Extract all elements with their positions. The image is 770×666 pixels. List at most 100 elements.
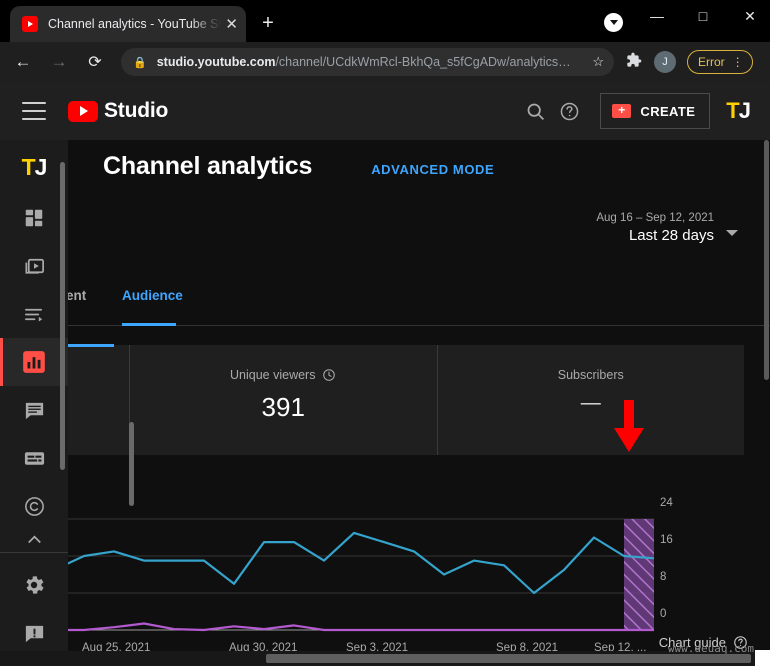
red-arrow-annotation (614, 400, 644, 452)
metric-label-text: Unique viewers (230, 368, 316, 382)
date-range-selector[interactable]: Aug 16 – Sep 12, 2021 Last 28 days (596, 212, 714, 244)
sidebar-channel-avatar[interactable]: TJ (12, 154, 56, 184)
metric-label: Subscribers (558, 368, 624, 382)
url-text: studio.youtube.com/channel/UCdkWmRcl-Bkh… (157, 55, 593, 69)
gear-icon (26, 576, 44, 594)
url-host: studio.youtube.com (156, 55, 276, 69)
tab-engagement[interactable]: ment (68, 288, 86, 303)
metric-value: 391 (261, 392, 305, 422)
reload-icon[interactable]: ⟳ (80, 47, 110, 77)
subtitles-icon (24, 451, 44, 465)
metric-label-text: Subscribers (557, 368, 624, 382)
sidebar-item-playlists[interactable] (0, 290, 68, 338)
playlist-icon (24, 308, 42, 321)
lock-icon: 🔒 (133, 56, 147, 69)
horizontal-scrollbar-thumb[interactable] (266, 654, 751, 663)
card-accent-bar (68, 344, 114, 347)
hamburger-icon[interactable] (22, 102, 46, 120)
youtube-play-icon (68, 100, 98, 122)
error-button[interactable]: Error ⋮ (687, 50, 753, 74)
back-icon[interactable]: ← (8, 47, 38, 77)
sidebar-item-comments[interactable] (0, 386, 68, 434)
bookmark-star-icon[interactable]: ☆ (592, 54, 604, 70)
chart-plot[interactable] (68, 502, 714, 647)
chart-line-unique-viewers (68, 531, 655, 595)
advanced-mode-link[interactable]: ADVANCED MODE (371, 162, 494, 177)
create-button[interactable]: CREATE (600, 93, 711, 129)
metric-card-unique-viewers[interactable]: Unique viewers 391 (130, 345, 437, 455)
sidebar-divider (0, 552, 68, 553)
sidebar-avatar-initial-1: T (21, 154, 36, 180)
help-icon[interactable] (552, 94, 586, 128)
search-icon[interactable] (518, 94, 552, 128)
tab-active-indicator (122, 323, 176, 326)
page-title: Channel analytics (103, 152, 313, 180)
minimize-button[interactable]: — (634, 0, 680, 32)
content-scrollbar[interactable] (764, 140, 769, 380)
close-icon[interactable]: ✕ (221, 17, 238, 32)
inner-scrollbar[interactable] (129, 422, 134, 506)
comment-icon (25, 402, 43, 419)
sidebar-item-settings[interactable] (0, 561, 68, 609)
create-camera-icon (612, 104, 632, 118)
browser-tab[interactable]: Channel analytics - YouTube Stud ✕ (10, 6, 246, 42)
y-tick-24: 24 (660, 497, 673, 509)
date-range-preset: Last 28 days (628, 227, 714, 244)
video-icon (24, 258, 44, 274)
sidebar-item-dashboard[interactable] (0, 194, 68, 242)
monetization-icon (27, 535, 41, 544)
puzzle-icon[interactable] (626, 52, 642, 72)
url-path: /channel/UCdkWmRcl-BkhQa_s5fCgADw/analyt… (275, 55, 571, 69)
create-label: CREATE (640, 103, 696, 119)
sidebar-scrollbar[interactable] (60, 162, 65, 470)
studio-page: Studio CREATE TJ TJ (0, 82, 770, 666)
studio-wordmark: Studio (104, 99, 169, 122)
chrome-menu-icon[interactable]: ⋮ (732, 56, 744, 68)
metric-value: — (580, 392, 601, 414)
browser-toolbar: ← → ⟳ 🔒 studio.youtube.com/channel/UCdkW… (0, 42, 770, 82)
sidebar-item-analytics[interactable] (0, 338, 68, 386)
window-close-button[interactable]: ✕ (727, 0, 770, 32)
new-tab-button[interactable]: + (256, 12, 280, 36)
clock-icon (323, 369, 336, 381)
forward-icon[interactable]: → (44, 47, 74, 77)
chevron-down-icon[interactable] (726, 230, 738, 236)
copyright-icon (24, 496, 44, 516)
maximize-button[interactable]: □ (680, 0, 726, 32)
scroll-corner (755, 650, 770, 666)
address-bar[interactable]: 🔒 studio.youtube.com/channel/UCdkWmRcl-B… (121, 48, 614, 76)
tab-search-icon[interactable] (604, 13, 623, 32)
metric-card-clipped (68, 345, 130, 455)
studio-logo[interactable]: Studio (68, 99, 168, 123)
profile-avatar[interactable]: J (654, 51, 676, 73)
tab-strip: Channel analytics - YouTube Stud ✕ + — □… (0, 0, 770, 42)
chart-partial-data-region (624, 519, 654, 630)
sidebar-avatar-initial-2: J (34, 154, 48, 180)
y-tick-8: 8 (660, 571, 667, 583)
avatar[interactable]: TJ (726, 98, 751, 124)
analytics-icon (23, 351, 45, 373)
sidebar-item-subtitles[interactable] (0, 434, 68, 482)
y-tick-16: 16 (660, 534, 673, 546)
sidebar-item-send-feedback[interactable] (0, 609, 68, 657)
sidebar-item-monetization[interactable] (0, 530, 68, 548)
studio-sidebar: TJ (0, 140, 68, 666)
analytics-content: Channel analytics ADVANCED MODE Aug 16 –… (68, 140, 770, 666)
y-tick-0: 0 (660, 608, 667, 620)
date-range-dates: Aug 16 – Sep 12, 2021 (596, 212, 714, 224)
error-label: Error (698, 55, 725, 69)
browser-window: Channel analytics - YouTube Stud ✕ + — □… (0, 0, 770, 666)
tab-audience[interactable]: Audience (122, 288, 183, 303)
tab-title: Channel analytics - YouTube Stud (48, 17, 222, 31)
sidebar-item-copyright[interactable] (0, 482, 68, 530)
avatar-initial-1: T (726, 98, 739, 123)
sidebar-item-content[interactable] (0, 242, 68, 290)
studio-header: Studio CREATE TJ (0, 82, 770, 140)
watermark: www.deuaq.com (667, 642, 754, 655)
avatar-initial-2: J (738, 98, 751, 123)
feedback-icon (25, 625, 43, 642)
metric-label: Unique viewers (230, 368, 336, 382)
metric-card-subscribers[interactable]: Subscribers — (436, 345, 745, 455)
title-row: Channel analytics ADVANCED MODE (103, 152, 494, 181)
dashboard-icon (25, 209, 43, 227)
